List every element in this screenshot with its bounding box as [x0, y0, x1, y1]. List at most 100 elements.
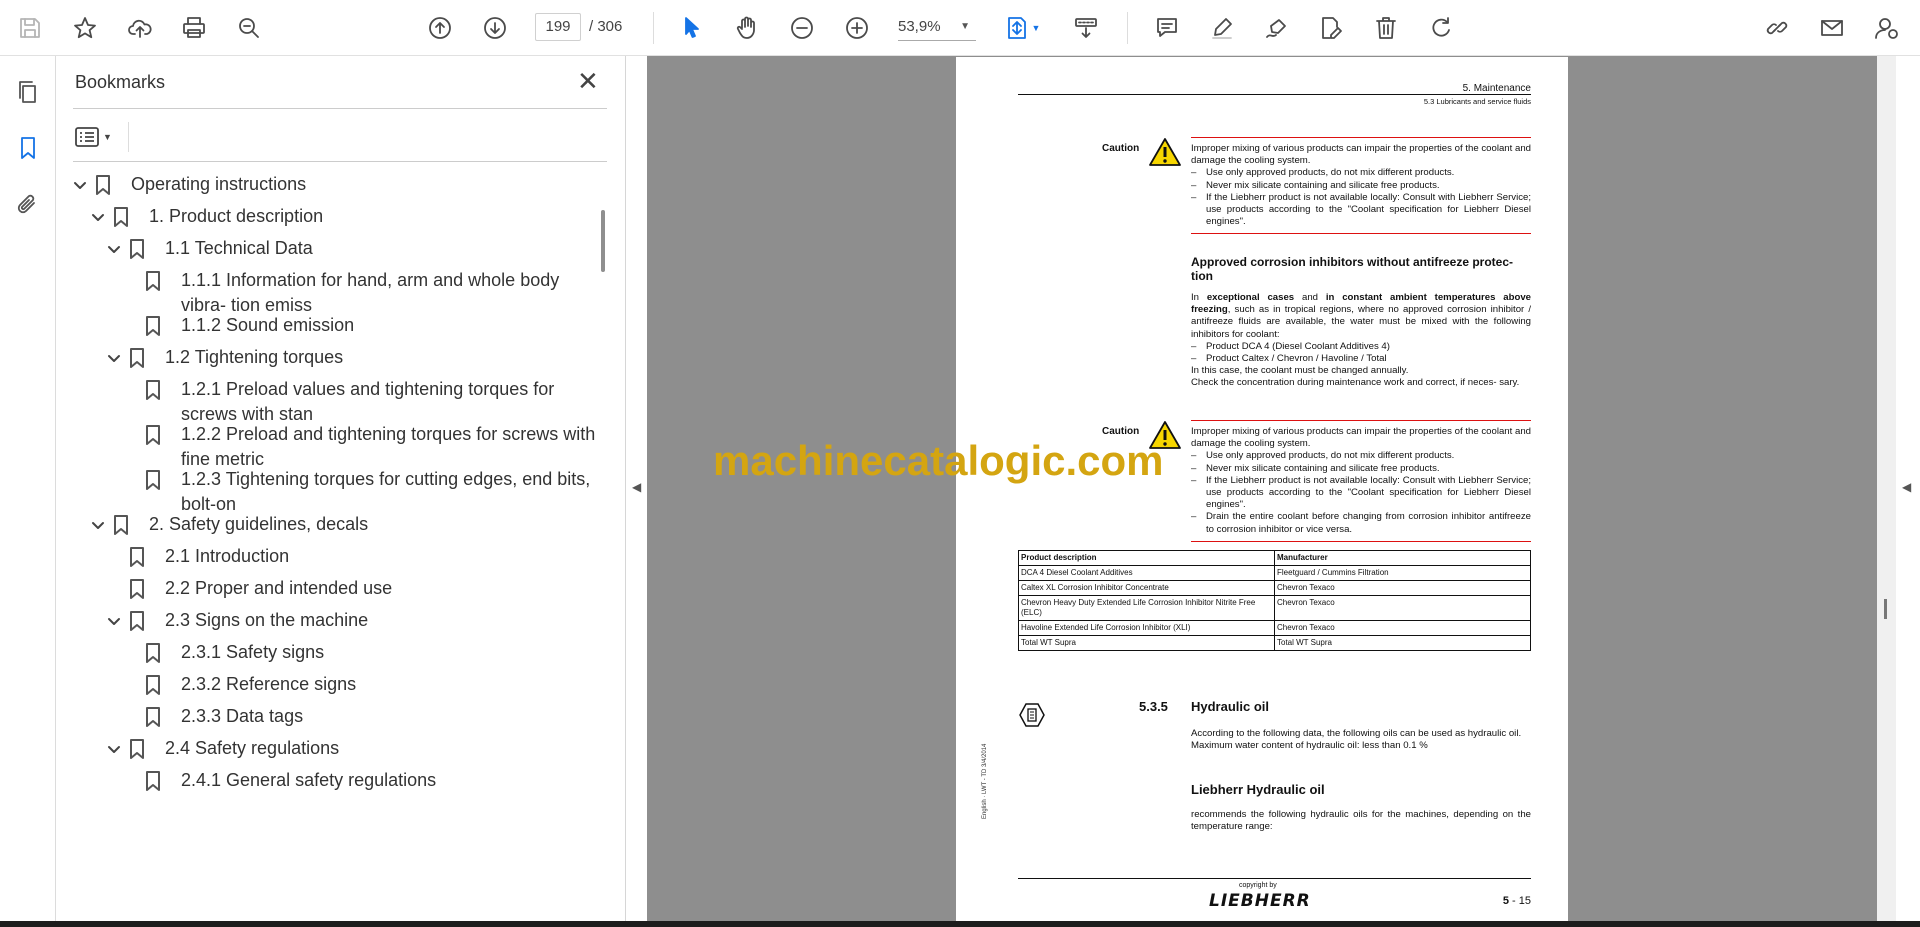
- previous-page-icon[interactable]: [422, 10, 458, 46]
- bookmark-item[interactable]: 1.1.1 Information for hand, arm and whol…: [119, 268, 599, 318]
- table-row: Caltex XL Corrosion Inhibitor Concentrat…: [1018, 580, 1531, 596]
- chevron-spacer: [119, 425, 141, 447]
- bookmark-flag-icon: [145, 706, 163, 728]
- bookmark-label: 1.1 Technical Data: [165, 238, 313, 258]
- zoom-search-icon[interactable]: [231, 10, 267, 46]
- email-icon[interactable]: [1814, 10, 1850, 46]
- bookmark-label: 2. Safety guidelines, decals: [149, 514, 369, 534]
- bookmark-flag-icon: [145, 642, 163, 664]
- chevron-down-icon: ▼: [960, 21, 970, 32]
- bookmark-item[interactable]: 1.2.1 Preload values and tightening torq…: [119, 377, 599, 427]
- bookmark-item[interactable]: 1.1.2 Sound emission: [119, 313, 599, 338]
- highlight-pen-icon[interactable]: [1204, 10, 1240, 46]
- bookmark-item[interactable]: 1.2.2 Preload and tightening torques for…: [119, 422, 599, 472]
- chevron-down-icon[interactable]: [69, 175, 91, 197]
- chevron-down-icon[interactable]: [87, 515, 109, 537]
- toolbar-divider: [653, 12, 654, 44]
- expand-right-pane-button[interactable]: ◀: [1896, 56, 1920, 921]
- page-total: / 306: [589, 18, 623, 35]
- close-icon[interactable]: ✕: [577, 68, 599, 94]
- bookmark-item[interactable]: 1. Product description: [87, 204, 549, 229]
- print-icon[interactable]: [176, 10, 212, 46]
- bookmark-label: 2.3.3 Data tags: [181, 706, 304, 726]
- star-icon[interactable]: [67, 10, 103, 46]
- zoom-out-icon[interactable]: [784, 10, 820, 46]
- bookmark-item[interactable]: 2.3.2 Reference signs: [119, 672, 599, 697]
- chevron-spacer: [103, 579, 125, 601]
- bookmark-item[interactable]: 2.3.3 Data tags: [119, 704, 599, 729]
- table-cell: Chevron Texaco: [1274, 620, 1531, 636]
- bookmark-flag-icon: [129, 738, 147, 760]
- caution-rule: [1191, 420, 1531, 421]
- watermark-text: machinecatalogic.com: [713, 437, 1164, 484]
- scrollbar-thumb[interactable]: [601, 210, 605, 272]
- upload-cloud-icon[interactable]: [122, 10, 158, 46]
- bookmark-item[interactable]: 2. Safety guidelines, decals: [87, 512, 549, 537]
- bookmark-item[interactable]: 2.1 Introduction: [103, 544, 565, 569]
- document-scrollbar[interactable]: [1877, 56, 1896, 921]
- share-link-icon[interactable]: [1759, 10, 1795, 46]
- bookmark-flag-icon: [145, 315, 163, 337]
- sign-pen-icon[interactable]: [1259, 10, 1295, 46]
- chevron-spacer: [119, 380, 141, 402]
- scroll-mode-icon[interactable]: [1068, 10, 1104, 46]
- table-cell: DCA 4 Diesel Coolant Additives: [1018, 565, 1275, 581]
- chevron-spacer: [119, 707, 141, 729]
- chevron-down-icon[interactable]: [103, 239, 125, 261]
- trash-icon[interactable]: [1368, 10, 1404, 46]
- page-header-chapter: 5. Maintenance: [1462, 83, 1531, 94]
- fit-page-icon[interactable]: ▼: [1000, 10, 1044, 46]
- toolbar-divider: [1127, 12, 1128, 44]
- zoom-level-select[interactable]: 53,9% ▼: [898, 13, 976, 41]
- bookmark-item[interactable]: 1.2.3 Tightening torques for cutting edg…: [119, 467, 599, 517]
- collapse-panel-button[interactable]: ◀: [627, 56, 647, 921]
- page-header-section: 5.3 Lubricants and service fluids: [1423, 97, 1531, 106]
- select-cursor-icon[interactable]: [674, 10, 710, 46]
- bookmark-item[interactable]: 1.2 Tightening torques: [103, 345, 565, 370]
- panel-title: Bookmarks: [75, 72, 166, 92]
- bookmark-flag-icon: [95, 174, 113, 196]
- hydraulic-paragraph: recommends the following hydraulic oils …: [1191, 809, 1531, 833]
- page-number-input[interactable]: 199: [535, 13, 581, 41]
- bookmark-label: 1.2.3 Tightening torques for cutting edg…: [181, 469, 591, 514]
- left-navigation-rail: [0, 56, 56, 921]
- save-icon[interactable]: [12, 10, 48, 46]
- redo-icon[interactable]: [1423, 10, 1459, 46]
- page-thumbnails-icon[interactable]: [12, 76, 44, 108]
- bookmark-item[interactable]: 2.2 Proper and intended use: [103, 576, 565, 601]
- bookmark-item[interactable]: 2.4.1 General safety regulations: [119, 768, 599, 793]
- chevron-down-icon[interactable]: [103, 611, 125, 633]
- table-cell: Total WT Supra: [1274, 635, 1531, 651]
- bookmark-flag-icon: [145, 424, 163, 446]
- table-header: Product description: [1018, 550, 1275, 566]
- bookmarks-panel: Bookmarks ✕ ▼ Operating instructions 1. P…: [57, 56, 626, 921]
- bookmark-tree: Operating instructions 1. Product descrip…: [57, 168, 599, 920]
- comment-icon[interactable]: [1149, 10, 1185, 46]
- edit-pdf-icon[interactable]: [1313, 10, 1349, 46]
- panel-scrollbar[interactable]: [596, 188, 610, 918]
- bookmark-item[interactable]: 2.3 Signs on the machine: [103, 608, 565, 633]
- bookmark-item[interactable]: 2.3.1 Safety signs: [119, 640, 599, 665]
- chevron-down-icon[interactable]: [103, 348, 125, 370]
- account-icon[interactable]: [1869, 10, 1905, 46]
- chevron-down-icon[interactable]: [103, 739, 125, 761]
- attachments-icon[interactable]: [12, 188, 44, 220]
- zoom-in-icon[interactable]: [839, 10, 875, 46]
- chevron-left-icon: ◀: [1902, 480, 1912, 494]
- chevron-spacer: [119, 675, 141, 697]
- bookmark-options-button[interactable]: ▼: [75, 122, 121, 152]
- bookmark-item[interactable]: 1.1 Technical Data: [103, 236, 565, 261]
- caution-rule: [1191, 541, 1531, 542]
- chevron-spacer: [119, 771, 141, 793]
- bookmark-item[interactable]: 2.4 Safety regulations: [103, 736, 565, 761]
- bookmark-flag-icon: [129, 347, 147, 369]
- chevron-spacer: [103, 547, 125, 569]
- chevron-down-icon[interactable]: [87, 207, 109, 229]
- next-page-icon[interactable]: [477, 10, 513, 46]
- bookmark-item[interactable]: Operating instructions: [69, 172, 531, 197]
- scrollbar-thumb[interactable]: [1884, 599, 1887, 619]
- caution-rule: [1191, 137, 1531, 138]
- bookmarks-icon[interactable]: [12, 132, 44, 164]
- hydraulic-paragraph: According to the following data, the fol…: [1191, 728, 1522, 752]
- hand-tool-icon[interactable]: [729, 10, 765, 46]
